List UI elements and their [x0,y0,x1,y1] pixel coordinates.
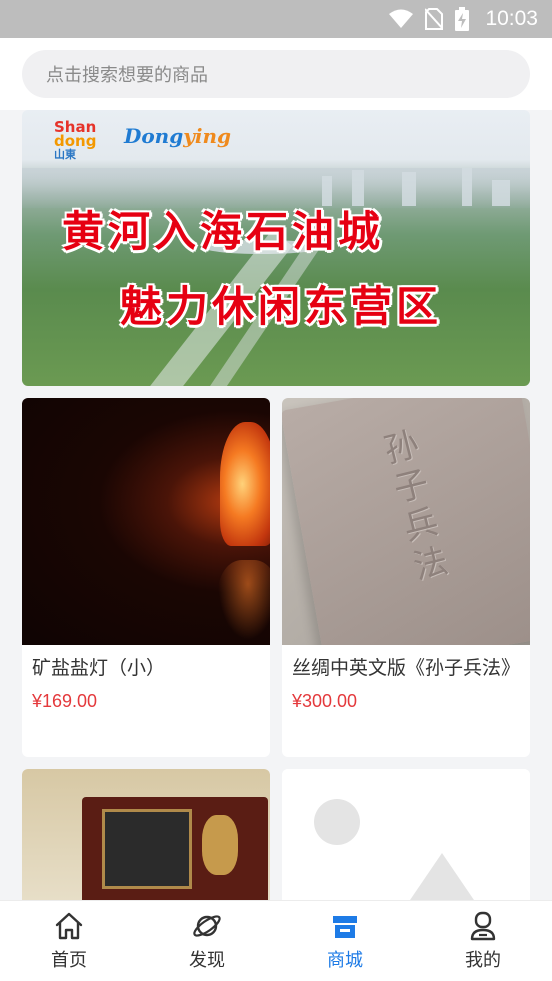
battery-charging-icon [455,7,470,31]
product-card[interactable]: 孙子兵法 丝绸中英文版《孙子兵法》 ¥300.00 [282,398,530,757]
search-input[interactable]: 点击搜索想要的商品 [22,50,530,98]
image-placeholder [282,769,530,900]
product-card[interactable]: 矿盐盐灯（小） ¥169.00 [22,398,270,757]
tab-mine[interactable]: 我的 [414,901,552,981]
product-price: ¥300.00 [292,691,358,711]
tab-discover[interactable]: 发现 [138,901,276,981]
planet-icon [193,915,221,937]
user-icon [470,911,496,941]
wifi-icon [389,9,414,29]
tab-mine-label: 我的 [465,950,501,971]
tab-store[interactable]: 商城 [276,901,414,981]
banner-title-line1: 黄河入海石油城 [62,207,385,256]
banner-carousel[interactable]: Shan dong 山東 Dongying 黄河入海石油城 魅力休闲东营区 [22,110,530,386]
shandong-logo: Shan dong 山東 [54,118,97,162]
tab-home-label: 首页 [51,950,87,971]
bottom-tab-bar: 首页 发现 商城 我的 [0,900,552,981]
mall-content[interactable]: Shan dong 山東 Dongying 黄河入海石油城 魅力休闲东营区 矿盐… [0,110,552,900]
banner-title-line2: 魅力休闲东营区 [120,282,443,331]
search-placeholder: 点击搜索想要的商品 [46,65,208,86]
dongying-logo: Dongying [124,124,231,148]
product-name: 丝绸中英文版《孙子兵法》 [292,657,521,679]
bronze-chariot-box-image [22,769,270,900]
store-icon [333,916,357,938]
tab-discover-label: 发现 [189,950,225,971]
status-bar: 10:03 [0,0,552,38]
home-icon [55,912,83,940]
product-price: ¥169.00 [32,691,98,711]
tab-store-label: 商城 [327,950,363,971]
search-bar: 点击搜索想要的商品 [0,38,552,110]
product-card[interactable] [22,769,270,900]
product-name: 矿盐盐灯（小） [32,657,166,679]
product-card[interactable] [282,769,530,900]
art-of-war-book-image: 孙子兵法 [282,398,530,645]
no-sim-icon [425,8,444,30]
salt-lamp-image [22,398,270,645]
tab-home[interactable]: 首页 [0,901,138,981]
status-time: 10:03 [485,7,538,30]
